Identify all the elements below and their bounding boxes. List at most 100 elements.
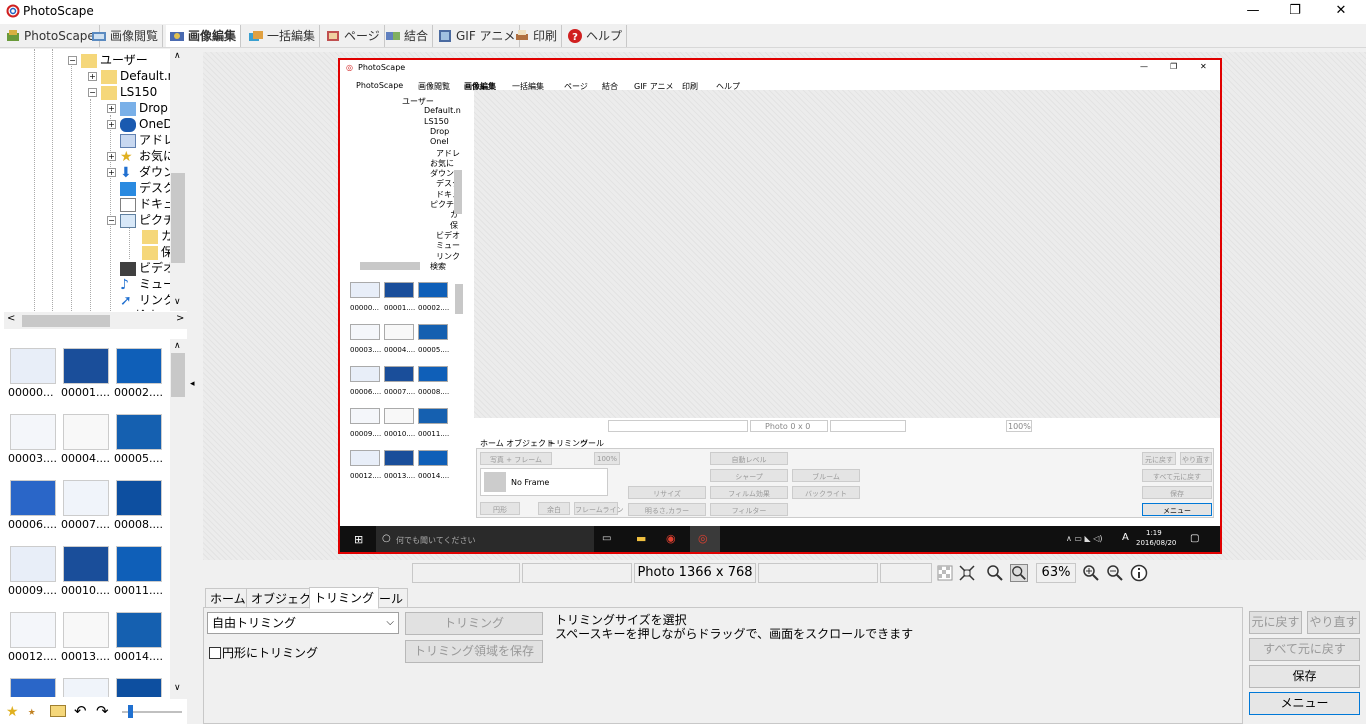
info-icon[interactable]: [1130, 564, 1148, 582]
thumbnail-item[interactable]: 00012....: [8, 606, 58, 663]
zoom-in-icon[interactable]: [1082, 564, 1100, 582]
back-arrow-icon[interactable]: ↶: [74, 702, 87, 720]
preview-ime: A: [1122, 532, 1129, 543]
tree-node-contacts[interactable]: アドレ: [120, 132, 170, 148]
tree-node-desktop[interactable]: デスク: [120, 180, 170, 196]
thumbnail-caption: 00014....: [114, 650, 163, 663]
thumbnail-item[interactable]: 00001....: [61, 342, 111, 399]
preview-tree-node: Default.n: [424, 106, 461, 116]
undo-all-button[interactable]: すべて元に戻す: [1249, 638, 1360, 661]
tree-node-downloads[interactable]: + ⬇ ダウン: [107, 164, 170, 180]
zoom-fit-icon[interactable]: [986, 564, 1004, 582]
trim-button[interactable]: トリミング: [405, 612, 543, 635]
thumbnail-caption: 00005....: [114, 452, 163, 465]
thumbnail-size-slider-handle[interactable]: [128, 705, 133, 718]
thumbnail-item[interactable]: 00011....: [114, 540, 164, 597]
tab-page[interactable]: ページ: [322, 25, 385, 47]
tab-trimming[interactable]: トリミング: [309, 587, 380, 609]
tab-gif[interactable]: GIF アニメ: [434, 25, 521, 47]
tab-editor[interactable]: 画像編集: [166, 25, 242, 47]
thumbnail-item[interactable]: 00008....: [114, 474, 164, 531]
preview-button-sharpen: シャープ: [710, 469, 788, 482]
favorite-star-icon[interactable]: ★: [6, 704, 19, 720]
preview-button-label: 円形: [493, 506, 507, 514]
undo-button[interactable]: 元に戻す: [1249, 611, 1302, 634]
preview-titlebar: ◎ PhotoScape — ❐ ✕: [340, 60, 1220, 74]
thumbnail-item[interactable]: 00005....: [114, 408, 164, 465]
close-button[interactable]: ✕: [1318, 0, 1364, 24]
tree-node-music[interactable]: ♪ ミュー: [120, 276, 170, 292]
preview-button-auto-level: 自動レベル: [710, 452, 788, 465]
zoom-actual-icon[interactable]: [1010, 564, 1028, 582]
tree-node-search[interactable]: +検索: [107, 308, 159, 311]
forward-arrow-icon[interactable]: ↷: [96, 702, 109, 720]
preview-thumb-image: [350, 408, 380, 424]
tab-help[interactable]: ? ヘルプ: [564, 25, 628, 47]
thumbnail-item[interactable]: [61, 672, 111, 697]
preview-thumb-caption: 00010....: [384, 430, 416, 438]
thumbnail-item[interactable]: 00013....: [61, 606, 111, 663]
tab-combine[interactable]: 結合: [382, 25, 434, 47]
tab-photoscape[interactable]: PhotoScape: [2, 25, 100, 47]
preview-menu-tab: 画像閲覧: [418, 82, 450, 91]
help-icon: ?: [568, 29, 582, 43]
tree-node-documents[interactable]: ドキュ: [120, 196, 170, 212]
tree-node-videos[interactable]: ビデオ: [120, 260, 170, 276]
thumbnail-item[interactable]: [8, 672, 58, 697]
thumbnail-item[interactable]: 00007....: [61, 474, 111, 531]
tree-node-ls150[interactable]: − LS150: [88, 84, 157, 100]
maximize-button[interactable]: ❐: [1272, 0, 1318, 24]
preview-max-icon: ❐: [1170, 62, 1178, 71]
tab-home[interactable]: ホーム: [205, 588, 251, 609]
tree-node-favorites[interactable]: + ★ お気に: [107, 148, 170, 164]
trim-mode-select[interactable]: 自由トリミング ⌵: [207, 612, 399, 634]
save-trim-area-button[interactable]: トリミング領域を保存: [405, 640, 543, 663]
thumbnail-vscroll-thumb[interactable]: [171, 353, 185, 397]
tree-node-links[interactable]: ➚ リンク: [120, 292, 170, 308]
image-preview[interactable]: ◎ PhotoScape — ❐ ✕ PhotoScape 画像閲覧 画像編集 一括編…: [338, 58, 1222, 554]
tree-vscroll-thumb[interactable]: [171, 173, 185, 263]
thumbnail-item[interactable]: 00014....: [114, 606, 164, 663]
thumbnail-image: [116, 414, 162, 450]
tree-node-default[interactable]: +Default.m: [88, 68, 170, 84]
fit-screen-icon[interactable]: [958, 564, 976, 582]
transparency-grid-icon[interactable]: [936, 564, 954, 582]
thumbnail-item[interactable]: 00010....: [61, 540, 111, 597]
preview-button-film-effect: フィルム効果: [710, 486, 788, 499]
tab-label: GIF アニメ: [456, 29, 516, 43]
thumbnail-item[interactable]: [114, 672, 164, 697]
thumbnail-item[interactable]: 00003....: [8, 408, 58, 465]
folder-open-icon[interactable]: [50, 705, 66, 717]
thumbnail-item[interactable]: 00009....: [8, 540, 58, 597]
thumbnail-item[interactable]: 00006....: [8, 474, 58, 531]
tree-node-saved[interactable]: 保: [142, 244, 170, 260]
tab-batch[interactable]: 一括編集: [245, 25, 321, 47]
preview-thumb-caption: 00005....: [418, 346, 450, 354]
tree-node-onedrive[interactable]: + OneD: [107, 116, 170, 132]
tab-viewer[interactable]: 画像閲覧: [88, 25, 164, 47]
thumbnail-item[interactable]: 00000...: [8, 342, 58, 399]
panel-splitter[interactable]: ◂: [187, 49, 200, 724]
thumbnail-caption: 00012....: [8, 650, 57, 663]
zoom-level[interactable]: 63%: [1036, 563, 1076, 583]
checkbox-box[interactable]: [209, 647, 221, 659]
tree-node-camera-roll[interactable]: カ: [142, 228, 170, 244]
minimize-button[interactable]: —: [1230, 0, 1276, 24]
menu-button[interactable]: メニュー: [1249, 692, 1360, 715]
tree-hscroll-thumb[interactable]: [22, 315, 110, 327]
preview-thumb-caption: 00003....: [350, 346, 382, 354]
save-button[interactable]: 保存: [1249, 665, 1360, 688]
redo-button[interactable]: やり直す: [1307, 611, 1360, 634]
zoom-out-icon[interactable]: [1106, 564, 1124, 582]
thumbnail-item[interactable]: 00002....: [114, 342, 164, 399]
tree-node-dropbox[interactable]: + Drop: [107, 100, 168, 116]
add-favorite-icon[interactable]: ⭑: [28, 704, 36, 720]
tree-node-pictures[interactable]: − ピクチ: [107, 212, 170, 228]
thumbnail-image: [63, 414, 109, 450]
thumbnail-item[interactable]: 00004....: [61, 408, 111, 465]
tree-node-users[interactable]: − ユーザー: [68, 52, 148, 68]
folder-tree[interactable]: −ユーザー +Default.m −LS150 +Drop +OneD アドレ …: [4, 49, 170, 311]
tab-print[interactable]: 印刷: [511, 25, 563, 47]
thumbnail-caption: 00011....: [114, 584, 163, 597]
circle-trim-checkbox[interactable]: 円形にトリミング: [209, 644, 318, 661]
